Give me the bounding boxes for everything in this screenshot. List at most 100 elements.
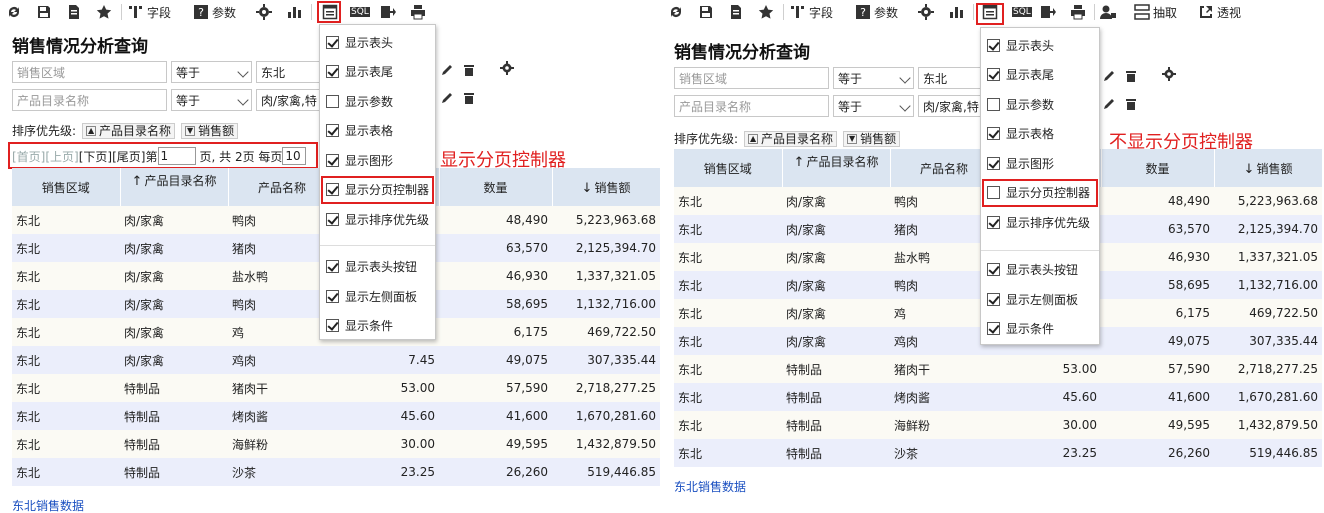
- footer-link[interactable]: 东北销售数据: [674, 478, 746, 495]
- extract-button[interactable]: 抽取: [1134, 3, 1177, 21]
- checkbox[interactable]: [326, 65, 339, 78]
- trash-icon[interactable]: [462, 91, 476, 105]
- column-header[interactable]: ↓ 销售额: [552, 168, 661, 206]
- filter-operator-select-1[interactable]: 等于: [171, 61, 252, 83]
- menu-item[interactable]: 显示表头: [987, 36, 1054, 54]
- footer-link[interactable]: 东北销售数据: [12, 497, 84, 513]
- menu-item[interactable]: 显示左侧面板: [987, 290, 1078, 308]
- edit-icon[interactable]: [1102, 97, 1116, 111]
- column-header[interactable]: 销售区域: [674, 149, 783, 187]
- checkbox[interactable]: [987, 97, 1000, 111]
- chart-icon[interactable]: [286, 3, 302, 21]
- menu-item[interactable]: 显示表头: [326, 33, 393, 51]
- column-header[interactable]: ↑ 产品目录名称: [120, 168, 229, 206]
- filter-value-input-1[interactable]: 东北: [256, 61, 320, 83]
- checkbox[interactable]: [326, 153, 339, 167]
- column-header[interactable]: ↓ 销售额: [1214, 149, 1323, 187]
- table-cell: 特制品: [120, 430, 228, 458]
- menu-item[interactable]: 显示表尾: [987, 66, 1054, 84]
- filter-value-input-2[interactable]: 肉/家禽,特: [256, 89, 320, 111]
- sort-chip-category[interactable]: ▲ 产品目录名称: [82, 122, 176, 139]
- filter-operator-select-1[interactable]: 等于: [833, 67, 914, 89]
- trash-icon[interactable]: [1124, 97, 1138, 111]
- column-header[interactable]: 数量: [1101, 149, 1215, 187]
- checkbox[interactable]: [326, 124, 339, 137]
- sort-chip-sales[interactable]: ▼ 销售额: [181, 122, 239, 139]
- filter-value-input-1[interactable]: 东北: [918, 67, 982, 89]
- menu-item[interactable]: 显示参数: [987, 95, 1054, 113]
- sql-icon[interactable]: SQL: [350, 3, 370, 21]
- checkbox[interactable]: [987, 156, 1000, 170]
- menu-item[interactable]: 显示排序优先级: [987, 213, 1090, 231]
- column-header[interactable]: ↑ 产品目录名称: [782, 149, 891, 187]
- trash-icon[interactable]: [462, 63, 476, 77]
- menu-item[interactable]: 显示表尾: [326, 63, 393, 81]
- star-icon[interactable]: [96, 3, 112, 21]
- refresh-icon[interactable]: [6, 3, 22, 21]
- trash-icon[interactable]: [1124, 69, 1138, 83]
- gear-icon[interactable]: [918, 3, 934, 21]
- menu-item[interactable]: 显示表格: [326, 122, 393, 140]
- checkbox[interactable]: [326, 212, 339, 226]
- menu-item[interactable]: 显示表头按钮: [987, 261, 1078, 279]
- print-icon[interactable]: [1070, 3, 1086, 21]
- table-cell: 63,570: [1101, 215, 1214, 243]
- checkbox[interactable]: [987, 127, 1000, 140]
- gear-icon[interactable]: [256, 3, 272, 21]
- fields-button[interactable]: 字段: [790, 3, 833, 21]
- menu-item[interactable]: 显示图形: [987, 154, 1054, 172]
- pivot-button[interactable]: 透视: [1198, 3, 1241, 21]
- checkbox[interactable]: [987, 292, 1000, 306]
- filter-field-input-1[interactable]: 销售区域: [12, 61, 167, 83]
- filter-operator-select-2[interactable]: 等于: [833, 95, 914, 117]
- sort-chip-category[interactable]: ▲ 产品目录名称: [744, 130, 838, 147]
- menu-item[interactable]: 显示左侧面板: [326, 287, 417, 305]
- sql-icon[interactable]: SQL: [1012, 3, 1032, 21]
- menu-item[interactable]: 显示表头按钮: [326, 258, 417, 276]
- gear-icon[interactable]: [1162, 67, 1176, 81]
- filter-field-input-1[interactable]: 销售区域: [674, 67, 829, 89]
- checkbox[interactable]: [326, 35, 339, 49]
- sort-chip-sales[interactable]: ▼ 销售额: [843, 130, 901, 147]
- edit-icon[interactable]: [440, 63, 454, 77]
- checkbox[interactable]: [987, 38, 1000, 52]
- fields-button[interactable]: 字段: [128, 3, 171, 21]
- table-cell: 东北: [674, 439, 782, 467]
- menu-item[interactable]: 显示表格: [987, 125, 1054, 143]
- chart-icon[interactable]: [948, 3, 964, 21]
- refresh-icon[interactable]: [668, 3, 684, 21]
- export-icon[interactable]: [380, 3, 396, 21]
- checkbox[interactable]: [326, 94, 339, 108]
- checkbox[interactable]: [326, 260, 339, 273]
- user-icon[interactable]: [1100, 3, 1116, 21]
- checkbox[interactable]: [987, 215, 1000, 229]
- edit-icon[interactable]: [1102, 69, 1116, 83]
- save-icon[interactable]: [698, 3, 714, 21]
- export-icon[interactable]: [1040, 3, 1056, 21]
- menu-item[interactable]: 显示图形: [326, 151, 393, 169]
- filter-operator-select-2[interactable]: 等于: [171, 89, 252, 111]
- params-button[interactable]: ? 参数: [855, 3, 898, 21]
- save-as-icon[interactable]: [728, 3, 744, 21]
- star-icon[interactable]: [758, 3, 774, 21]
- column-header[interactable]: 数量: [439, 168, 553, 206]
- checkbox[interactable]: [326, 319, 339, 332]
- checkbox[interactable]: [326, 289, 339, 303]
- menu-item[interactable]: 显示参数: [326, 92, 393, 110]
- save-icon[interactable]: [36, 3, 52, 21]
- filter-field-input-2[interactable]: 产品目录名称: [12, 89, 167, 111]
- print-icon[interactable]: [410, 3, 426, 21]
- menu-item[interactable]: 显示条件: [326, 317, 393, 335]
- checkbox[interactable]: [987, 263, 1000, 276]
- checkbox[interactable]: [987, 68, 1000, 81]
- menu-item[interactable]: 显示排序优先级: [326, 210, 429, 228]
- edit-icon[interactable]: [440, 91, 454, 105]
- save-as-icon[interactable]: [66, 3, 82, 21]
- checkbox[interactable]: [987, 322, 1000, 335]
- params-button[interactable]: ? 参数: [193, 3, 236, 21]
- menu-item[interactable]: 显示条件: [987, 320, 1054, 338]
- gear-icon[interactable]: [500, 61, 514, 75]
- filter-field-input-2[interactable]: 产品目录名称: [674, 95, 829, 117]
- column-header[interactable]: 销售区域: [12, 168, 121, 206]
- filter-value-input-2[interactable]: 肉/家禽,特: [918, 95, 982, 117]
